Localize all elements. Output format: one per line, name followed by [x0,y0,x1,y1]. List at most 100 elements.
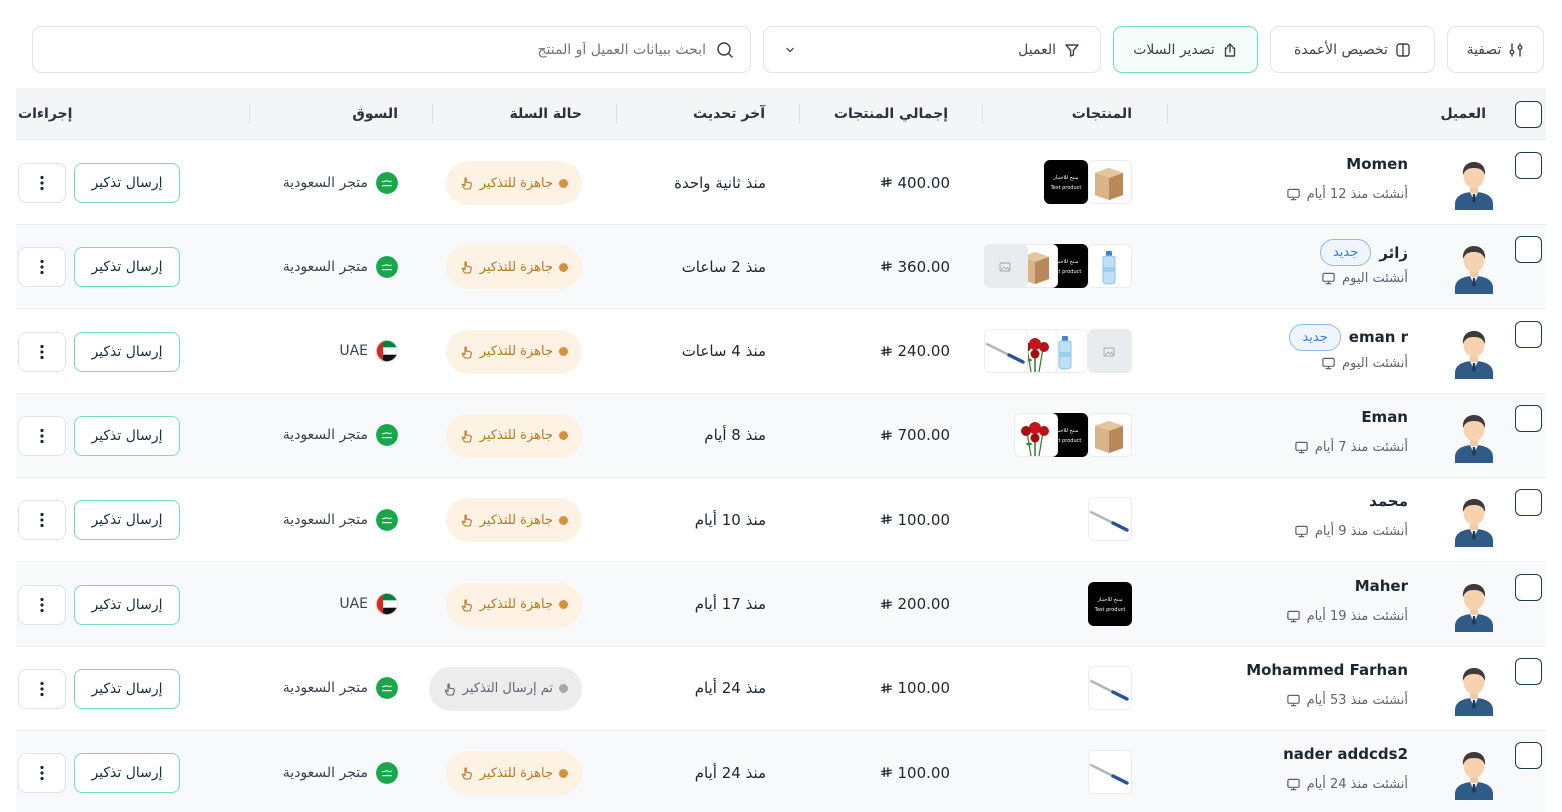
send-reminder-button[interactable]: إرسال تذكير [74,247,180,288]
more-actions-button[interactable] [18,584,66,625]
products-total: 400.00 [880,141,950,224]
abandoned-carts-page: تصفية تخصيص الأعمدة تصدير السلات العميل [0,0,1562,812]
status-dot [559,178,568,188]
cart-status-badge: جاهزة للتذكير [445,582,582,627]
product-thumbnail [1088,244,1132,289]
customer-name-wrap: زائر جديد [1319,239,1408,267]
riyal-icon [880,345,893,358]
row-checkbox[interactable] [1515,742,1542,770]
sa-flag-icon [376,508,398,531]
customer-name[interactable]: محمد [1369,492,1408,510]
customer-created-wrap: أنشئت منذ 9 أيام [1294,524,1408,539]
riyal-icon [880,598,893,611]
customer-name[interactable]: زائر [1379,244,1408,262]
row-checkbox[interactable] [1515,657,1542,685]
customer-created-wrap: أنشئت منذ 7 أيام [1294,440,1408,455]
send-reminder-button[interactable]: إرسال تذكير [74,415,180,456]
table-row: محمد أنشئت منذ 9 أيام 100.00 منذ 10 أيام جاه… [16,478,1546,563]
riyal-icon [880,682,893,695]
more-actions-button[interactable] [18,247,66,288]
avatar [1452,580,1496,632]
send-reminder-button[interactable]: إرسال تذكير [74,668,180,709]
send-reminder-button[interactable]: إرسال تذكير [74,584,180,625]
products-total: 700.00 [880,394,950,477]
customer-name-wrap: eman r جديد [1289,323,1408,351]
customer-filter-label-wrap: العميل [1018,42,1080,58]
riyal-icon [880,260,893,273]
kebab-icon [40,765,44,781]
sa-flag-icon [376,255,398,278]
customer-name[interactable]: Maher [1355,577,1408,595]
more-actions-button[interactable] [18,163,66,203]
thumb-text-1: منتج للاختبار [1053,175,1079,181]
search-box[interactable] [32,26,751,73]
customer-created: أنشئت منذ 12 أيام [1306,187,1408,202]
search-input[interactable] [49,41,706,58]
product-thumbnail: منتج للاختبار Test product [1088,581,1132,626]
filter-button[interactable]: تصفية [1447,26,1544,73]
product-thumbnails: منتج للاختبار Test product [1014,412,1132,459]
table-row: eman r جديد أنشئت اليوم 240.00 منذ 4 ساعات جا… [16,310,1546,394]
row-checkbox[interactable] [1515,152,1542,179]
row-checkbox[interactable] [1515,573,1542,601]
monitor-icon [1294,524,1309,539]
export-label: تصدير السلات [1133,41,1215,58]
columns-icon [1396,42,1410,57]
table-header: العميل المنتجات إجمالي المنتجات آخر تحدي… [16,88,1546,140]
customer-name[interactable]: nader addcds2 [1283,745,1408,763]
customer-name[interactable]: Eman [1361,408,1408,426]
product-thumbnail [1088,160,1132,204]
header-market: السوق [352,105,398,122]
table-row: Eman أنشئت منذ 7 أيام منتج للاختبار Test pr… [16,393,1546,478]
product-thumbnail [984,328,1028,373]
header-status: حالة السلة [509,105,582,122]
header-divider [249,104,250,124]
status-dot [559,684,568,694]
hand-icon [460,260,474,274]
row-checkbox[interactable] [1515,236,1542,264]
row-checkbox[interactable] [1515,404,1542,432]
filter-label: تصفية [1466,41,1502,58]
market-name: متجر السعودية [282,174,368,191]
more-actions-button[interactable] [18,753,66,794]
export-carts-button[interactable]: تصدير السلات [1113,26,1258,73]
monitor-icon [1286,777,1301,792]
header-customer: العميل [1440,105,1486,122]
last-updated: منذ 17 أيام [694,595,766,613]
avatar [1452,495,1496,548]
customer-name[interactable]: Momen [1346,155,1408,173]
send-reminder-button[interactable]: إرسال تذكير [74,500,180,541]
header-updated: آخر تحديث [693,105,765,122]
toolbar: تصفية تخصيص الأعمدة تصدير السلات العميل [32,26,1544,73]
status-dot [559,600,568,609]
send-reminder-button[interactable]: إرسال تذكير [74,163,180,203]
kebab-icon [40,344,44,360]
customer-name[interactable]: eman r [1349,328,1408,346]
row-checkbox[interactable] [1515,489,1542,517]
customer-created-wrap: أنشئت منذ 24 أيام [1286,777,1408,792]
last-updated: منذ 24 أيام [694,763,766,782]
customer-filter-select[interactable]: العميل [763,26,1101,73]
more-actions-button[interactable] [18,668,66,709]
more-actions-button[interactable] [18,500,66,541]
avatar [1452,242,1496,295]
customer-created: أنشئت منذ 19 أيام [1306,608,1408,624]
products-total: 360.00 [880,225,950,308]
ae-flag-icon [376,340,398,363]
customize-columns-button[interactable]: تخصيص الأعمدة [1270,26,1435,73]
send-reminder-button[interactable]: إرسال تذكير [74,753,180,794]
customer-name[interactable]: Mohammed Farhan [1246,661,1408,679]
send-reminder-button[interactable]: إرسال تذكير [74,331,180,372]
product-thumbnails: منتج للاختبار Test product [1088,581,1132,628]
sa-flag-icon [376,761,398,784]
row-checkbox[interactable] [1515,320,1542,348]
more-actions-button[interactable] [18,331,66,372]
select-all-checkbox[interactable] [1515,101,1542,128]
more-actions-button[interactable] [18,415,66,456]
table-row: Momen أنشئت منذ 12 أيام منتج للاختبار Test … [16,141,1546,225]
customer-created: أنشئت اليوم [1342,271,1408,287]
cart-status-badge: جاهزة للتذكير [445,245,582,290]
avatar [1452,411,1496,463]
product-thumbnail [1088,412,1132,457]
thumb-text-1: منتج للاختبار [1097,596,1123,603]
